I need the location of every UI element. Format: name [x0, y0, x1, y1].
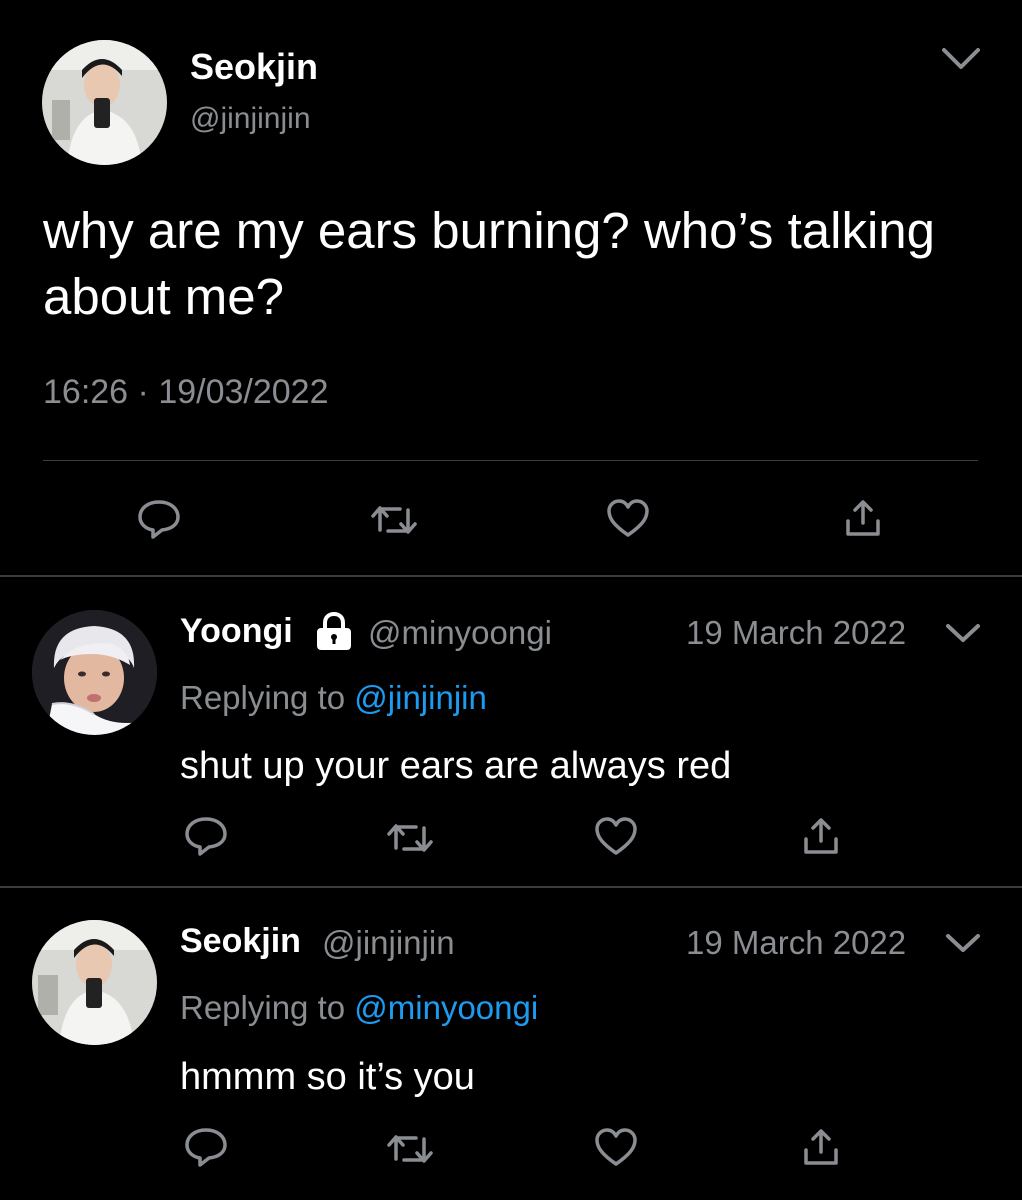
- reply-author-name[interactable]: Yoongi: [180, 612, 293, 651]
- meta-separator: ·: [137, 373, 149, 411]
- share-icon[interactable]: [800, 815, 842, 857]
- reply-text: hmmm so it’s you: [180, 1056, 475, 1098]
- reply-author-name[interactable]: Seokjin: [180, 922, 301, 961]
- like-icon[interactable]: [605, 498, 651, 538]
- reply-text: shut up your ears are always red: [180, 745, 732, 787]
- reply-author-avatar[interactable]: [32, 610, 157, 735]
- share-icon[interactable]: [842, 497, 884, 539]
- main-tweet-text: why are my ears burning? who’s talking a…: [43, 202, 936, 325]
- chevron-down-icon[interactable]: [944, 620, 982, 646]
- tweet-thread: Seokjin @jinjinjin why are my ears burni…: [0, 0, 1022, 1200]
- reply-author-handle[interactable]: @jinjinjin: [322, 924, 455, 962]
- main-author-handle[interactable]: @jinjinjin: [190, 102, 311, 136]
- retweet-icon[interactable]: [384, 1129, 436, 1169]
- replying-prefix: Replying to: [180, 679, 346, 716]
- like-icon[interactable]: [593, 816, 639, 856]
- retweet-icon[interactable]: [384, 818, 436, 858]
- reply-icon[interactable]: [136, 498, 182, 540]
- retweet-icon[interactable]: [368, 500, 420, 540]
- divider: [43, 460, 978, 461]
- reply-icon[interactable]: [183, 815, 229, 857]
- reply-author-avatar[interactable]: [32, 920, 157, 1045]
- chevron-down-icon[interactable]: [940, 44, 982, 74]
- main-tweet-time[interactable]: 16:26: [43, 373, 128, 411]
- reply-date[interactable]: 19 March 2022: [686, 924, 906, 962]
- chevron-down-icon[interactable]: [944, 930, 982, 956]
- main-tweet-meta: 16:26 · 19/03/2022: [43, 373, 329, 412]
- main-author-avatar[interactable]: [42, 40, 167, 165]
- divider: [0, 575, 1022, 577]
- replying-prefix: Replying to: [180, 989, 346, 1026]
- share-icon[interactable]: [800, 1126, 842, 1168]
- divider: [0, 886, 1022, 888]
- main-author-name[interactable]: Seokjin: [190, 46, 318, 88]
- replying-to-mention[interactable]: @jinjinjin: [354, 679, 487, 716]
- like-icon[interactable]: [593, 1127, 639, 1167]
- replying-to-line: Replying to @jinjinjin: [180, 679, 487, 717]
- reply-icon[interactable]: [183, 1126, 229, 1168]
- reply-date[interactable]: 19 March 2022: [686, 614, 906, 652]
- reply-author-handle[interactable]: @minyoongi: [368, 614, 552, 652]
- replying-to-mention[interactable]: @minyoongi: [354, 989, 538, 1026]
- replying-to-line: Replying to @minyoongi: [180, 989, 538, 1027]
- lock-icon: [314, 612, 354, 652]
- main-tweet-date[interactable]: 19/03/2022: [158, 373, 328, 411]
